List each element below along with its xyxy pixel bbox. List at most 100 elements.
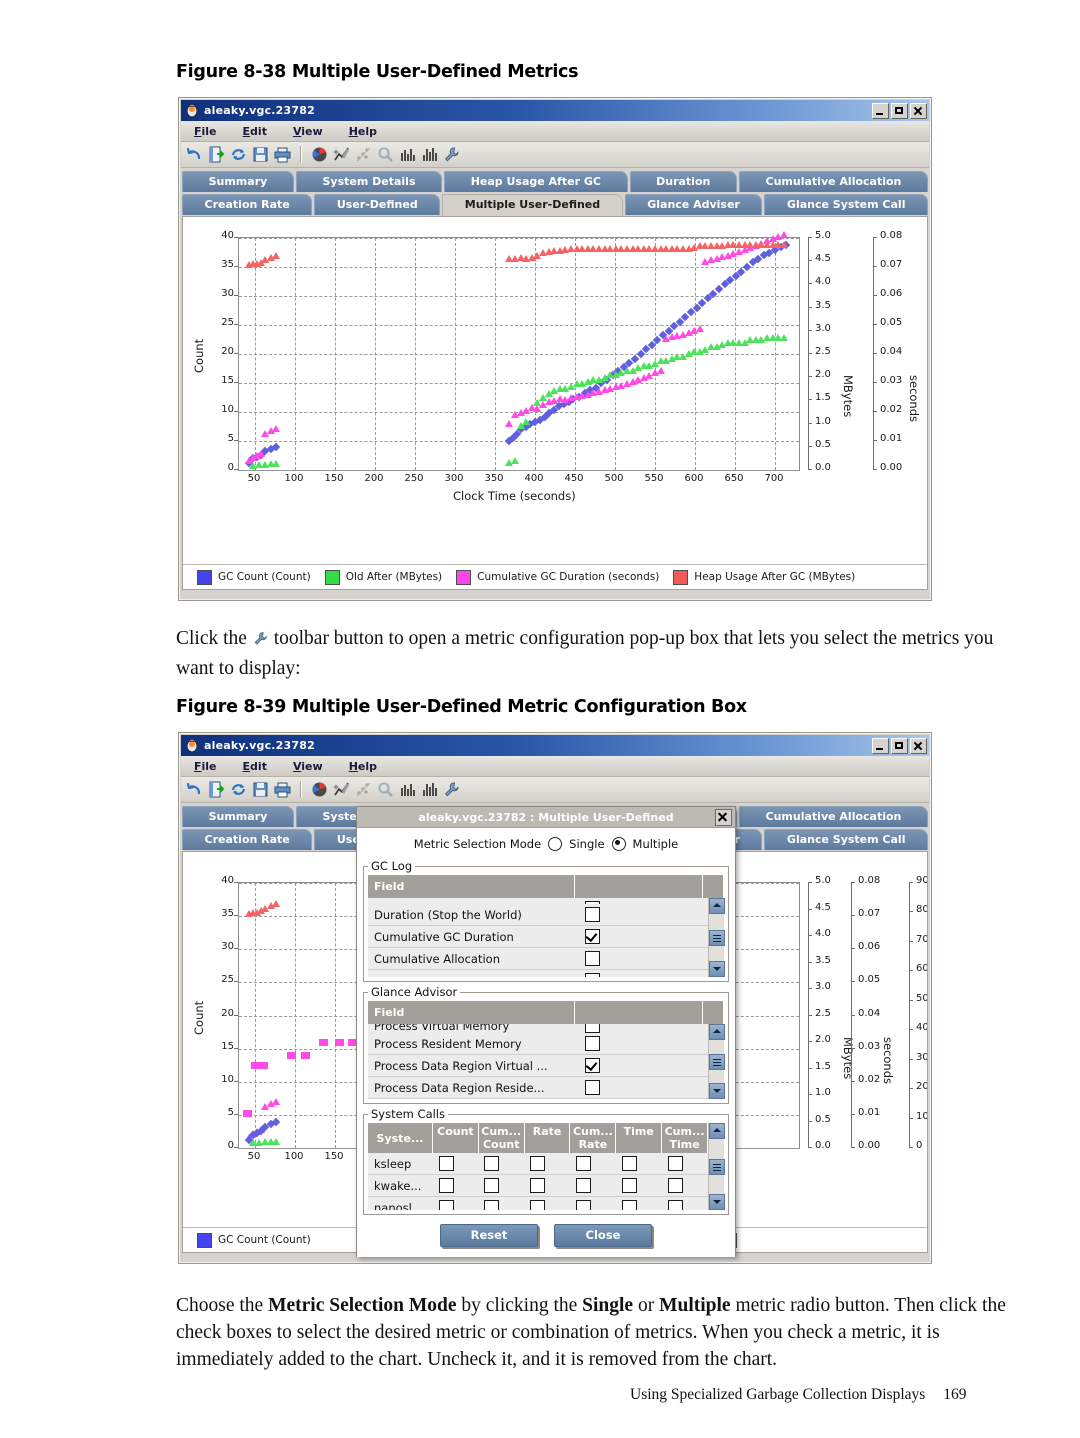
table-row[interactable]: Process Data Region Reside... — [368, 1076, 708, 1099]
sc-checkbox-cum-count[interactable] — [478, 1153, 525, 1175]
glance-advisor-col-check[interactable] — [574, 1001, 703, 1024]
tab-system-details[interactable]: System Details — [295, 171, 443, 192]
sc-col-time[interactable]: Time — [615, 1123, 663, 1153]
table-row[interactable]: Process Data Region Virtual ... — [368, 1054, 708, 1077]
tab-glance-system-call[interactable]: Glance System Call — [764, 829, 929, 850]
close-button[interactable] — [910, 102, 927, 119]
gc-log-col-check[interactable] — [574, 875, 703, 898]
scroll-up-icon[interactable] — [708, 1123, 725, 1139]
tab-cumulative-allocation[interactable]: Cumulative Allocation — [738, 806, 928, 827]
menu-help[interactable]: Help — [336, 760, 390, 773]
scroll-down-icon[interactable] — [708, 1083, 725, 1099]
system-calls-scrollbar[interactable] — [708, 1123, 725, 1210]
menu-file[interactable]: File — [181, 760, 230, 773]
menu-edit[interactable]: Edit — [230, 760, 280, 773]
tab-summary[interactable]: Summary — [182, 171, 294, 192]
print-icon[interactable] — [273, 780, 292, 799]
tab-creation-rate[interactable]: Creation Rate — [182, 829, 313, 850]
maximize-button[interactable] — [891, 737, 908, 754]
sc-checkbox-count[interactable] — [432, 1153, 479, 1175]
save-icon[interactable] — [251, 145, 270, 164]
gc-log-row-checkbox[interactable] — [578, 947, 708, 970]
scroll-down-icon[interactable] — [708, 961, 725, 977]
glance-advisor-scrollbar[interactable] — [708, 1024, 725, 1099]
sc-checkbox-cum-count[interactable] — [478, 1174, 525, 1197]
sc-checkbox-count[interactable] — [432, 1197, 479, 1210]
table-row[interactable]: nanosl... — [368, 1197, 708, 1210]
refresh-icon[interactable] — [229, 780, 248, 799]
tab-heap-usage-after-gc[interactable]: Heap Usage After GC — [444, 171, 628, 192]
sc-checkbox-cum-rate[interactable] — [570, 1197, 617, 1210]
close-button[interactable] — [910, 737, 927, 754]
line-chart-wand-icon[interactable] — [332, 145, 351, 164]
gc-log-row-checkbox[interactable] — [578, 925, 708, 948]
scrollbar-thumb[interactable] — [708, 929, 725, 946]
table-row[interactable]: kwake... — [368, 1174, 708, 1197]
tab-creation-rate[interactable]: Creation Rate — [182, 194, 313, 215]
sc-col-rate[interactable]: Rate — [524, 1123, 571, 1153]
close-icon[interactable] — [715, 809, 732, 826]
radio-multiple[interactable] — [611, 837, 626, 851]
tab-user-defined[interactable]: User-Defined — [314, 194, 441, 215]
print-icon[interactable] — [273, 145, 292, 164]
minimize-button[interactable] — [872, 737, 889, 754]
bar-chart-icon[interactable] — [398, 145, 417, 164]
table-row[interactable]: Process Resident Memory — [368, 1033, 708, 1055]
sc-checkbox-cum-time[interactable] — [662, 1197, 708, 1210]
pie-chart-icon[interactable] — [310, 145, 329, 164]
gc-log-row-checkbox[interactable] — [578, 904, 708, 926]
sc-checkbox-cum-rate[interactable] — [569, 1174, 616, 1197]
glance-advisor-row-checkbox[interactable] — [578, 1054, 708, 1077]
undo-icon[interactable] — [185, 780, 204, 799]
scrollbar-thumb[interactable] — [708, 1053, 725, 1070]
sc-checkbox-cum-rate[interactable] — [569, 1153, 616, 1175]
pie-chart-icon[interactable] — [310, 780, 329, 799]
tab-summary[interactable]: Summary — [182, 806, 294, 827]
glance-advisor-col-field[interactable]: Field — [368, 1001, 575, 1024]
sc-checkbox-rate[interactable] — [524, 1174, 570, 1197]
sc-col-count[interactable]: Count — [432, 1123, 479, 1153]
export-document-icon[interactable] — [207, 780, 226, 799]
table-row[interactable]: Cumulative GC Duration — [368, 925, 708, 948]
glance-advisor-row-checkbox[interactable] — [578, 1076, 708, 1099]
sc-checkbox-cum-time[interactable] — [661, 1174, 708, 1197]
tab-duration[interactable]: Duration — [629, 171, 737, 192]
menu-help[interactable]: Help — [336, 125, 390, 138]
glance-advisor-row-checkbox[interactable] — [578, 1033, 708, 1055]
sc-checkbox-time[interactable] — [615, 1174, 662, 1197]
sc-checkbox-time[interactable] — [616, 1197, 663, 1210]
sc-checkbox-rate[interactable] — [524, 1153, 570, 1175]
sc-checkbox-count[interactable] — [432, 1174, 479, 1197]
table-row[interactable]: Cumulative Allocation — [368, 947, 708, 970]
undo-icon[interactable] — [185, 145, 204, 164]
gc-log-scrollbar[interactable] — [708, 898, 725, 977]
histogram-icon[interactable] — [420, 780, 439, 799]
sc-col-cum-time[interactable]: Cum... Time — [661, 1123, 708, 1153]
table-row[interactable]: ksleep — [368, 1153, 708, 1175]
save-icon[interactable] — [251, 780, 270, 799]
refresh-icon[interactable] — [229, 145, 248, 164]
tab-cumulative-allocation[interactable]: Cumulative Allocation — [738, 171, 928, 192]
sc-col-system[interactable]: Syste... — [368, 1123, 433, 1153]
close-button[interactable]: Close — [554, 1224, 652, 1247]
sc-checkbox-cum-count[interactable] — [478, 1197, 525, 1210]
menu-view[interactable]: View — [280, 125, 336, 138]
sc-checkbox-rate[interactable] — [524, 1197, 571, 1210]
menu-edit[interactable]: Edit — [230, 125, 280, 138]
line-chart-wand-icon[interactable] — [332, 780, 351, 799]
sc-checkbox-time[interactable] — [615, 1153, 662, 1175]
sc-col-cum-rate[interactable]: Cum... Rate — [569, 1123, 617, 1153]
scroll-up-icon[interactable] — [708, 898, 725, 914]
wrench-configure-icon[interactable] — [442, 780, 461, 799]
wrench-configure-icon[interactable] — [442, 145, 461, 164]
reset-button[interactable]: Reset — [440, 1224, 538, 1247]
tab-glance-adviser[interactable]: Glance Adviser — [624, 194, 763, 215]
export-document-icon[interactable] — [207, 145, 226, 164]
scroll-down-icon[interactable] — [708, 1194, 725, 1210]
minimize-button[interactable] — [872, 102, 889, 119]
tab-glance-system-call[interactable]: Glance System Call — [764, 194, 929, 215]
glance-advisor-row-checkbox[interactable] — [578, 1024, 708, 1033]
radio-single[interactable] — [548, 837, 563, 851]
menu-file[interactable]: File — [181, 125, 230, 138]
scrollbar-thumb[interactable] — [708, 1158, 725, 1175]
